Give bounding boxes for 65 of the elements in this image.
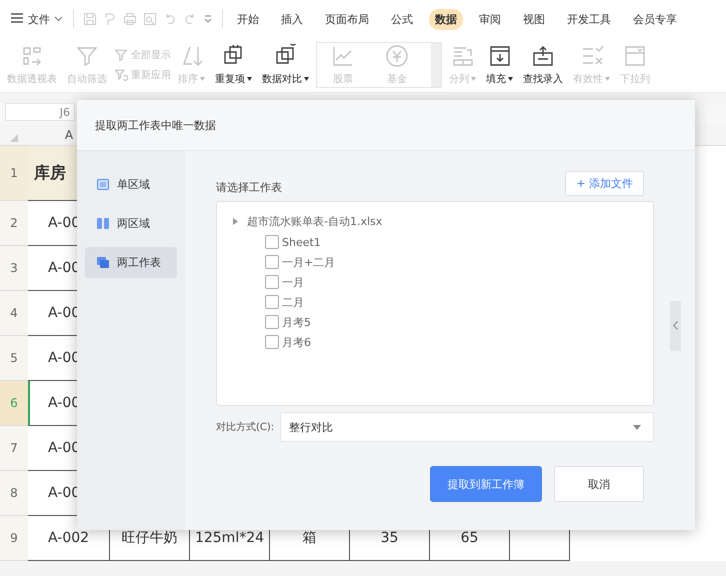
ribbon-button[interactable]: 填充: [483, 38, 516, 92]
ribbon-tab[interactable]: 页面布局: [319, 8, 375, 30]
ribbon-tab[interactable]: 插入: [275, 8, 309, 30]
file-menu[interactable]: 文件: [28, 12, 63, 26]
caret-icon: [247, 77, 252, 81]
mode-tab[interactable]: 两工作表: [85, 247, 177, 278]
ribbon-tab[interactable]: 审阅: [473, 8, 507, 30]
sheet-checkbox[interactable]: Sheet1: [265, 232, 637, 252]
sheet-checkbox[interactable]: 一月+二月: [265, 252, 637, 272]
compare-dropdown[interactable]: 整行对比: [280, 412, 654, 442]
sheet-checkbox[interactable]: 月考5: [265, 312, 637, 332]
extract-button[interactable]: 提取到新工作簿: [430, 466, 542, 502]
row-header[interactable]: 7: [0, 426, 28, 471]
ribbon-tab[interactable]: 公式: [385, 8, 419, 30]
caret-icon: [200, 77, 205, 81]
filter-icon: [114, 68, 128, 82]
checkbox[interactable]: [265, 335, 279, 349]
ribbon-button[interactable]: 重复项: [212, 38, 255, 92]
square-icon: [97, 179, 109, 190]
checkbox[interactable]: [265, 235, 279, 249]
ribbon-tab[interactable]: 会员专享: [627, 8, 683, 30]
file-name[interactable]: 超市流水账单表-自动1.xlsx: [247, 214, 382, 229]
field-label: 请选择工作表: [216, 180, 282, 194]
collapse-handle[interactable]: [670, 300, 681, 350]
dropdown-arrow-icon: [633, 424, 641, 430]
ribbon-tab[interactable]: 视图: [517, 8, 551, 30]
dialog-title: 提取两工作表中唯一数据: [77, 100, 695, 151]
more-icon[interactable]: [203, 14, 213, 24]
row-header[interactable]: 2: [0, 201, 28, 246]
checkbox[interactable]: [265, 295, 279, 309]
cancel-button[interactable]: 取消: [554, 466, 644, 502]
filter-icon: [114, 48, 128, 62]
checkbox[interactable]: [265, 255, 279, 269]
expand-icon[interactable]: [233, 218, 238, 225]
caret-icon: [605, 77, 610, 81]
add-file-button[interactable]: + 添加文件: [565, 170, 644, 196]
field-label: 对比方式(C):: [216, 420, 274, 434]
ribbon-tab[interactable]: 开发工具: [561, 8, 617, 30]
columns-icon: [97, 218, 109, 229]
caret-icon: [508, 77, 513, 81]
row-header[interactable]: 3: [0, 246, 28, 291]
row-header[interactable]: 8: [0, 471, 28, 516]
sheets-icon: [97, 257, 109, 268]
caret-icon: [54, 16, 63, 22]
ribbon-button[interactable]: 查找录入: [520, 38, 566, 92]
ribbon-tab[interactable]: 数据: [429, 8, 463, 30]
caret-icon: [471, 77, 476, 81]
gallery-scrollbar[interactable]: [431, 43, 441, 87]
ribbon-tab[interactable]: 开始: [231, 8, 265, 30]
preview-icon[interactable]: [143, 12, 157, 26]
ribbon-button[interactable]: 数据对比: [259, 38, 312, 92]
sheet-checkbox[interactable]: 二月: [265, 292, 637, 312]
row-header[interactable]: 4: [0, 291, 28, 336]
caret-icon: [304, 77, 309, 81]
checkbox[interactable]: [265, 315, 279, 329]
yen-icon: [384, 44, 410, 68]
sheet-checkbox[interactable]: 一月: [265, 272, 637, 292]
row-header[interactable]: 5: [0, 336, 28, 381]
row-header[interactable]: 9: [0, 516, 28, 561]
name-box[interactable]: J6: [5, 103, 75, 121]
row-header[interactable]: 1: [0, 146, 28, 201]
print-icon[interactable]: [123, 12, 137, 26]
checkbox[interactable]: [265, 275, 279, 289]
sheet-checkbox[interactable]: 月考6: [265, 332, 637, 352]
save-icon[interactable]: [83, 12, 97, 26]
